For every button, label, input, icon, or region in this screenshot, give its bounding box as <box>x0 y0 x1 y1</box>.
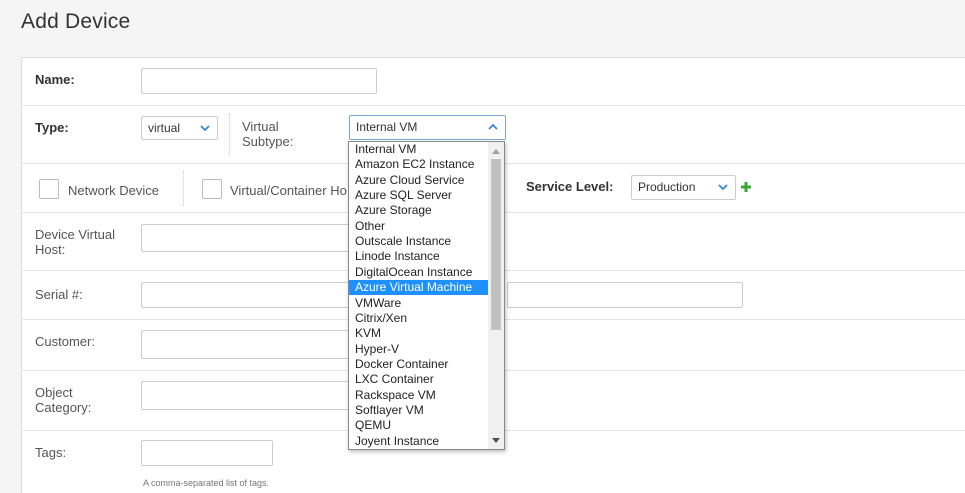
object-category-input[interactable] <box>141 381 361 410</box>
divider <box>183 171 184 205</box>
subtype-label-line2: Subtype: <box>242 134 294 149</box>
subtype-label-line1: Virtual <box>242 119 279 134</box>
type-label: Type: <box>35 120 69 135</box>
dropdown-option[interactable]: Linode Instance <box>349 249 488 264</box>
dropdown-option[interactable]: Other <box>349 219 488 234</box>
name-input[interactable] <box>141 68 377 94</box>
dropdown-option[interactable]: Azure SQL Server <box>349 188 488 203</box>
chevron-up-icon <box>488 123 498 130</box>
service-level-select[interactable]: Production <box>631 175 736 200</box>
dropdown-option[interactable]: VMWare <box>349 296 488 311</box>
device-virtual-host-label-line1: Device Virtual <box>35 227 115 242</box>
virtual-container-label: Virtual/Container Ho <box>230 183 347 198</box>
subtype-select-value: Internal VM <box>356 120 418 134</box>
subtype-label: Virtual Subtype: <box>242 119 293 149</box>
device-virtual-host-label: Device Virtual Host: <box>35 227 115 257</box>
dropdown-option[interactable]: Internal VM <box>349 142 488 157</box>
virtual-container-checkbox[interactable] <box>202 179 222 199</box>
object-category-label-line1: Object <box>35 385 73 400</box>
dropdown-option[interactable]: Azure Virtual Machine <box>349 280 488 296</box>
dropdown-option[interactable]: Rackspace VM <box>349 388 488 403</box>
dropdown-option[interactable]: DigitalOcean Instance <box>349 265 488 280</box>
dropdown-option[interactable]: Joyent Instance <box>349 434 488 449</box>
service-level-label: Service Level: <box>526 179 614 194</box>
subtype-select[interactable]: Internal VM <box>349 115 506 140</box>
network-device-checkbox[interactable] <box>39 179 59 199</box>
type-select-value: virtual <box>148 121 181 135</box>
network-device-label: Network Device <box>68 183 160 198</box>
dropdown-option[interactable]: KVM <box>349 326 488 341</box>
object-category-label: Object Category: <box>35 385 91 415</box>
object-category-label-line2: Category: <box>35 400 92 415</box>
divider <box>229 113 230 155</box>
scroll-up-arrow-icon[interactable] <box>492 148 500 154</box>
dropdown-option[interactable]: Azure Storage <box>349 203 488 218</box>
customer-label: Customer: <box>35 334 95 349</box>
dropdown-option[interactable]: Citrix/Xen <box>349 311 488 326</box>
subtype-dropdown-list[interactable]: Internal VM Amazon EC2 Instance Azure Clou… <box>348 141 505 450</box>
dropdown-scrollbar[interactable] <box>488 142 504 449</box>
asset-tag-input[interactable] <box>507 282 743 308</box>
page-title: Add Device <box>21 10 131 33</box>
plus-icon[interactable] <box>740 181 752 193</box>
tags-input[interactable] <box>141 440 273 466</box>
tags-label: Tags: <box>35 445 67 460</box>
device-virtual-host-label-line2: Host: <box>35 242 66 257</box>
device-virtual-host-input[interactable] <box>141 224 361 252</box>
scroll-down-arrow-icon[interactable] <box>492 438 500 444</box>
dropdown-option[interactable]: QEMU <box>349 418 488 433</box>
dropdown-option[interactable]: Outscale Instance <box>349 234 488 249</box>
type-select[interactable]: virtual <box>141 116 218 140</box>
chevron-down-icon <box>200 125 210 132</box>
dropdown-option[interactable]: Softlayer VM <box>349 403 488 418</box>
dropdown-option[interactable]: Amazon EC2 Instance <box>349 157 488 172</box>
service-level-value: Production <box>638 180 696 194</box>
scroll-thumb[interactable] <box>491 159 501 330</box>
customer-input[interactable] <box>141 330 361 359</box>
name-row: Name: <box>22 58 965 106</box>
tags-help-text: A comma-separated list of tags. <box>143 478 270 488</box>
chevron-down-icon <box>718 184 728 191</box>
serial-label: Serial #: <box>35 287 83 302</box>
dropdown-option[interactable]: Azure Cloud Service <box>349 173 488 188</box>
name-label: Name: <box>35 72 75 87</box>
serial-input[interactable] <box>141 282 361 308</box>
dropdown-option[interactable]: LXC Container <box>349 372 488 387</box>
dropdown-option[interactable]: Docker Container <box>349 357 488 372</box>
dropdown-option[interactable]: Hyper-V <box>349 342 488 357</box>
